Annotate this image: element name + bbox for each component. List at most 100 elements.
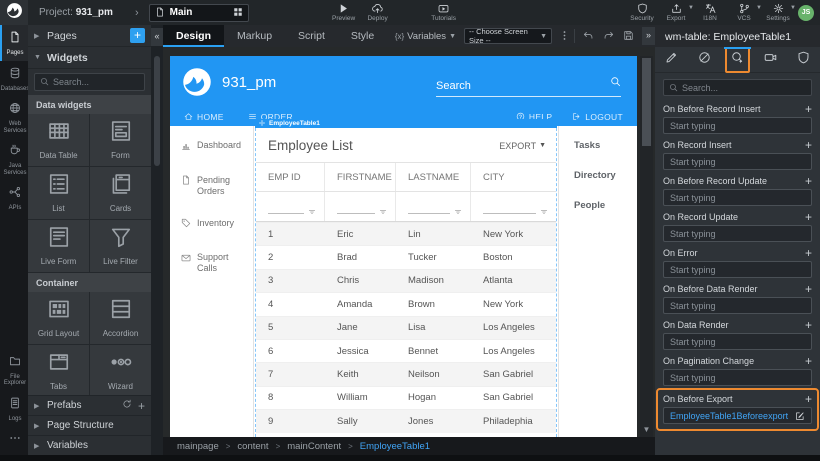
widget-tile-wizard[interactable]: Wizard	[90, 345, 151, 395]
canvas-scroll-thumb[interactable]	[642, 58, 651, 146]
column-filter-lastname[interactable]	[396, 192, 471, 221]
table-row[interactable]: 8WilliamHoganSan Gabriel	[256, 386, 556, 409]
event-binding-input[interactable]	[663, 189, 812, 206]
column-header-emp-id[interactable]: EMP ID	[256, 163, 325, 191]
widget-tile-live-filter[interactable]: Live Filter	[90, 220, 151, 272]
table-row[interactable]: 6JessicaBennetLos Angeles	[256, 339, 556, 362]
wavemaker-logo[interactable]	[0, 0, 28, 25]
variables-button[interactable]: {x} Variables ▼	[395, 31, 456, 42]
avatar[interactable]: JS	[798, 5, 814, 21]
rail-item-file-explorer[interactable]: File Explorer	[0, 349, 28, 391]
page-selector[interactable]: Main	[149, 4, 249, 22]
event-binding-input[interactable]: EmployeeTable1Beforeexport	[663, 407, 812, 424]
event-binding-input[interactable]	[663, 261, 812, 278]
event-binding-value[interactable]: EmployeeTable1Beforeexport	[670, 411, 795, 421]
add-page-button[interactable]: +	[130, 28, 145, 43]
rail-item-databases[interactable]: Databases	[0, 61, 28, 97]
panel-tab-pencil[interactable]	[655, 47, 688, 72]
column-filter-emp-id[interactable]	[256, 192, 325, 221]
event-binding-field[interactable]	[670, 121, 805, 131]
redo-button[interactable]	[598, 27, 618, 45]
app-right-menu-people[interactable]: People	[574, 200, 637, 211]
selected-widget[interactable]: EmployeeTable1 Employee List EXPORT ▼ EM…	[255, 119, 557, 437]
column-header-firstname[interactable]: FIRSTNAME	[325, 163, 396, 191]
scroll-down-icon[interactable]: ▼	[640, 425, 653, 434]
breadcrumb-content[interactable]: content	[237, 441, 268, 452]
event-binding-input[interactable]	[663, 369, 812, 386]
breadcrumb-maincontent[interactable]: mainContent	[287, 441, 341, 452]
topbar-preview-button[interactable]: Preview	[327, 0, 361, 25]
widget-tile-list[interactable]: List	[28, 167, 89, 219]
column-header-city[interactable]: CITY	[471, 163, 556, 191]
sidebar-section-prefabs[interactable]: ▶ Prefabs +	[28, 395, 151, 415]
plus-icon[interactable]: +	[805, 140, 812, 150]
table-row[interactable]: 1EricLinNew York	[256, 222, 556, 245]
save-button[interactable]	[618, 27, 638, 45]
rail-item-more[interactable]	[0, 426, 28, 455]
plus-icon[interactable]: +	[805, 212, 812, 222]
events-search[interactable]	[663, 79, 812, 96]
filter-input-underline[interactable]	[408, 213, 450, 214]
plus-icon[interactable]: +	[805, 394, 812, 404]
event-binding-input[interactable]	[663, 117, 812, 134]
collapse-sidebar-button[interactable]: «	[151, 28, 163, 46]
app-right-menu-directory[interactable]: Directory	[574, 170, 637, 181]
app-menu-pending-orders[interactable]: Pending Orders	[181, 175, 249, 197]
widget-tile-cards[interactable]: Cards	[90, 167, 151, 219]
widget-search[interactable]	[34, 73, 145, 91]
app-nav-logout[interactable]: LOGOUT	[572, 112, 623, 123]
event-binding-input[interactable]	[663, 153, 812, 170]
app-menu-inventory[interactable]: Inventory	[181, 218, 249, 232]
table-row[interactable]: 9SallyJonesPhiladephia	[256, 409, 556, 432]
table-row[interactable]: 2BradTuckerBoston	[256, 245, 556, 268]
table-row[interactable]: 7KeithNeilsonSan Gabriel	[256, 362, 556, 385]
export-button[interactable]: EXPORT ▼	[499, 141, 546, 151]
plus-icon[interactable]: +	[805, 320, 812, 330]
filter-input-underline[interactable]	[268, 213, 304, 214]
sidebar-section-variables[interactable]: ▶ Variables	[28, 435, 151, 455]
app-nav-home[interactable]: HOME	[184, 112, 224, 123]
topbar-tutorials-button[interactable]: Tutorials	[427, 0, 461, 25]
topbar-vcs-button[interactable]: VCS ▼	[727, 0, 761, 25]
widget-tile-grid-layout[interactable]: Grid Layout	[28, 292, 89, 344]
pages-section-header[interactable]: ▶ Pages +	[28, 25, 151, 47]
rail-item-pages[interactable]: Pages	[0, 25, 28, 61]
table-row[interactable]: 3ChrisMadisonAtlanta	[256, 269, 556, 292]
rail-item-web-services[interactable]: Web Services	[0, 96, 28, 138]
app-right-menu-tasks[interactable]: Tasks	[574, 140, 637, 151]
table-row[interactable]: 4AmandaBrownNew York	[256, 292, 556, 315]
app-search-field[interactable]: Search	[436, 67, 621, 97]
undo-button[interactable]	[578, 27, 598, 45]
tab-style[interactable]: Style	[338, 25, 387, 47]
event-binding-input[interactable]	[663, 297, 812, 314]
column-filter-city[interactable]	[471, 192, 556, 221]
data-table-widget[interactable]: Employee List EXPORT ▼ EMP ID FIRSTNAME …	[255, 128, 557, 437]
rail-item-java-services[interactable]: Java Services	[0, 138, 28, 180]
topbar-deploy-button[interactable]: Deploy	[361, 0, 395, 25]
event-binding-field[interactable]	[670, 229, 805, 239]
screen-size-select[interactable]: -- Choose Screen Size -- ▼	[464, 28, 552, 44]
plus-icon[interactable]: +	[805, 176, 812, 186]
widget-tile-data-table[interactable]: Data Table	[28, 114, 89, 166]
widget-tile-live-form[interactable]: Live Form	[28, 220, 89, 272]
app-menu-support-calls[interactable]: Support Calls	[181, 252, 249, 274]
event-binding-field[interactable]	[670, 373, 805, 383]
rail-item-apis[interactable]: APIs	[0, 180, 28, 216]
plus-icon[interactable]: +	[805, 284, 812, 294]
event-binding-field[interactable]	[670, 193, 805, 203]
tab-markup[interactable]: Markup	[224, 25, 285, 47]
edit-script-icon[interactable]	[795, 411, 805, 421]
event-binding-field[interactable]	[670, 301, 805, 311]
plus-icon[interactable]: +	[805, 248, 812, 258]
widget-search-input[interactable]	[53, 77, 139, 87]
plus-icon[interactable]: +	[805, 356, 812, 366]
panel-tab-styles[interactable]	[688, 47, 721, 72]
kebab-button[interactable]	[557, 27, 571, 45]
grid-icon[interactable]	[233, 4, 243, 22]
topbar-security-button[interactable]: Security	[625, 0, 659, 25]
expand-right-panel-button[interactable]: »	[642, 27, 655, 45]
sidebar-section-page-structure[interactable]: ▶ Page Structure	[28, 415, 151, 435]
table-row[interactable]: 5JaneLisaLos Angeles	[256, 316, 556, 339]
widget-tile-accordion[interactable]: Accordion	[90, 292, 151, 344]
event-binding-field[interactable]	[670, 337, 805, 347]
